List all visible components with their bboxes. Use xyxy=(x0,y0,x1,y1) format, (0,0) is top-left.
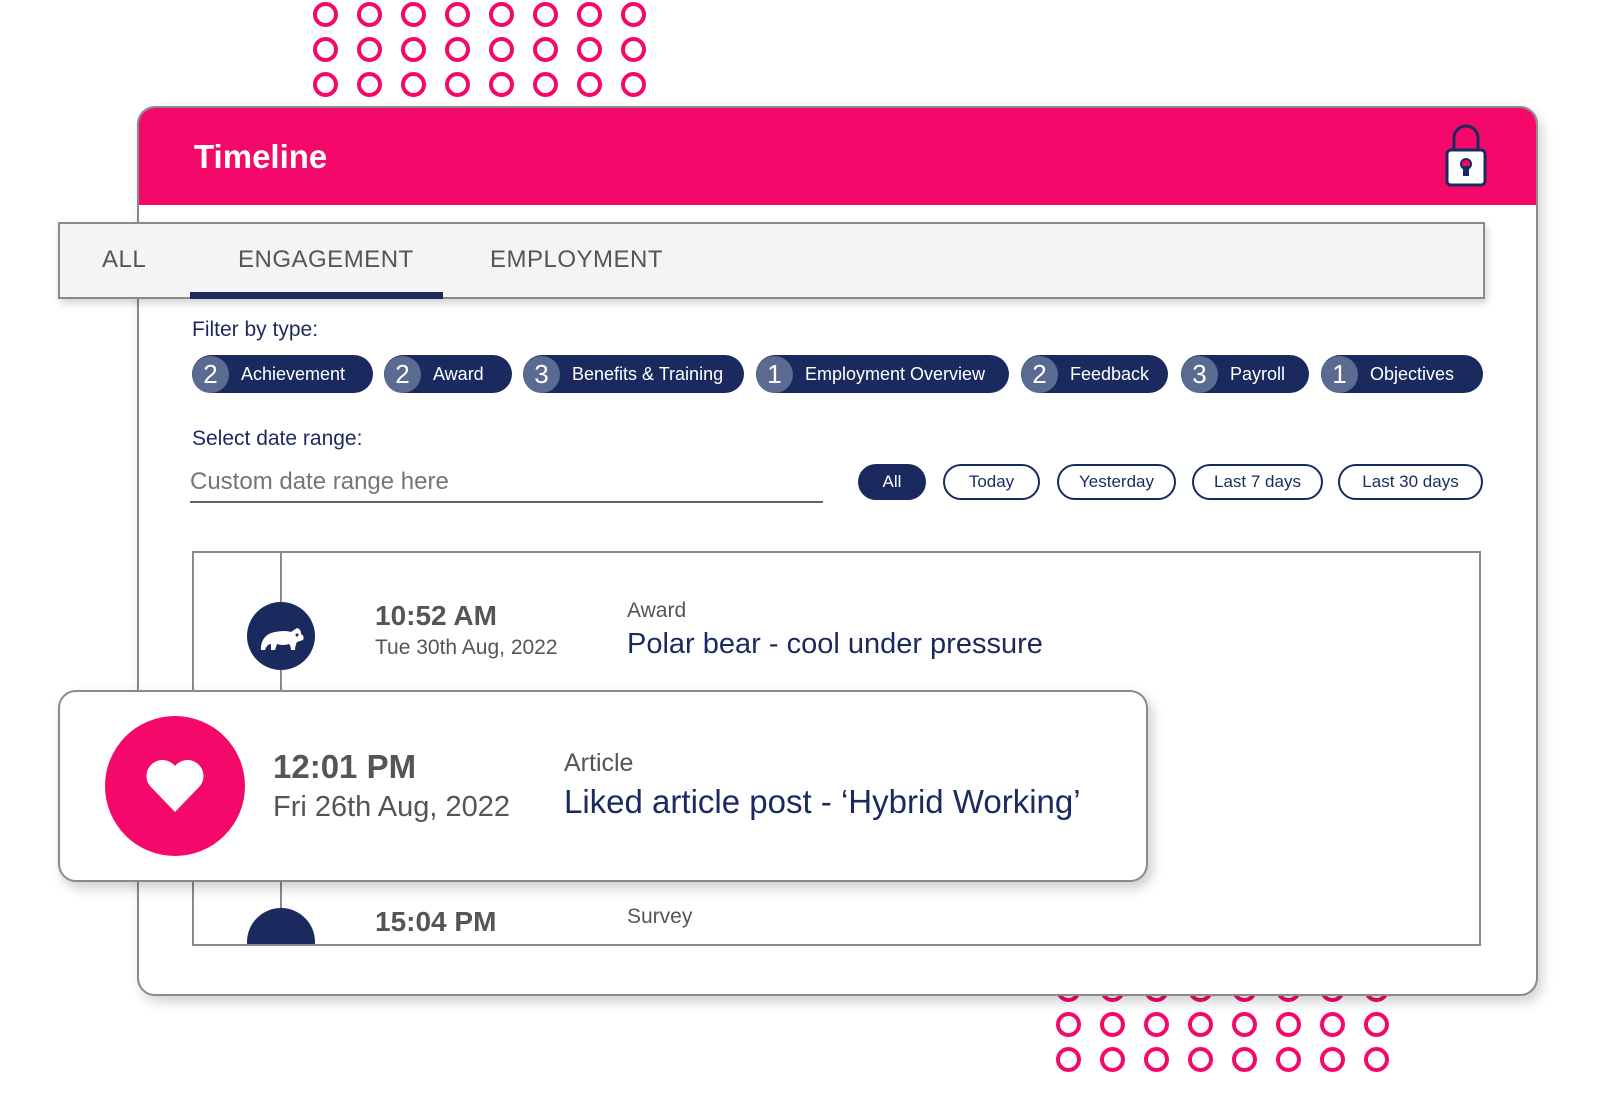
decorative-ring xyxy=(621,72,646,97)
decorative-ring xyxy=(357,2,382,27)
filter-chip-benefits-training[interactable]: 3 Benefits & Training xyxy=(523,355,744,393)
event-date: Tue 30th Aug, 2022 xyxy=(375,636,558,659)
date-range-label: Select date range: xyxy=(192,427,363,450)
chip-label: Payroll xyxy=(1230,363,1286,384)
filter-chip-feedback[interactable]: 2 Feedback xyxy=(1021,355,1168,393)
date-option-last-7-days[interactable]: Last 7 days xyxy=(1192,464,1323,500)
decorative-ring xyxy=(621,2,646,27)
decorative-ring xyxy=(1188,1012,1213,1037)
event-title[interactable]: Liked article post - ‘Hybrid Working’ xyxy=(564,783,1081,821)
decorative-ring xyxy=(445,2,470,27)
tab-bar: ALL ENGAGEMENT EMPLOYMENT xyxy=(58,222,1485,299)
decorative-ring xyxy=(489,37,514,62)
highlighted-event-card[interactable]: 12:01 PM Fri 26th Aug, 2022 Article Like… xyxy=(58,690,1148,882)
filter-chip-employment-overview[interactable]: 1 Employment Overview xyxy=(756,355,1009,393)
decorative-ring xyxy=(445,37,470,62)
chip-count: 1 xyxy=(1321,355,1358,393)
chip-count: 2 xyxy=(192,355,229,393)
tab-all[interactable]: ALL xyxy=(102,246,146,274)
chip-count: 2 xyxy=(384,355,421,393)
chip-count: 2 xyxy=(1021,355,1058,393)
tab-employment[interactable]: EMPLOYMENT xyxy=(490,246,663,274)
decorative-ring xyxy=(533,72,558,97)
timeline-event-node xyxy=(247,602,315,670)
date-option-last-30-days[interactable]: Last 30 days xyxy=(1338,464,1483,500)
decorative-ring xyxy=(1320,1047,1345,1072)
chip-label: Benefits & Training xyxy=(572,363,724,384)
decorative-ring xyxy=(1056,1012,1081,1037)
event-time: 15:04 PM xyxy=(375,906,497,937)
date-option-yesterday[interactable]: Yesterday xyxy=(1057,464,1176,500)
event-time: 12:01 PM xyxy=(273,748,417,785)
heart-badge xyxy=(105,716,245,856)
event-type: Award xyxy=(627,599,687,622)
heart-icon xyxy=(146,759,204,812)
decorative-ring xyxy=(533,37,558,62)
polar-bear-icon xyxy=(261,628,304,650)
chip-label: Feedback xyxy=(1070,363,1150,384)
event-type: Article xyxy=(564,749,634,777)
decorative-ring xyxy=(1100,1047,1125,1072)
decorative-ring xyxy=(489,2,514,27)
page-title: Timeline xyxy=(194,138,328,175)
decorative-ring xyxy=(1364,1012,1389,1037)
decorative-ring xyxy=(313,37,338,62)
decorative-ring xyxy=(1100,1012,1125,1037)
decorative-dots-top xyxy=(313,2,655,97)
chip-label: Employment Overview xyxy=(805,363,986,384)
chip-label: Award xyxy=(433,363,484,384)
title-bar: Timeline xyxy=(139,108,1536,205)
lock-icon[interactable] xyxy=(1444,122,1488,188)
decorative-ring xyxy=(577,37,602,62)
decorative-ring xyxy=(621,37,646,62)
decorative-ring xyxy=(1144,1012,1169,1037)
decorative-ring xyxy=(401,72,426,97)
chip-label: Objectives xyxy=(1370,363,1455,384)
decorative-ring xyxy=(489,72,514,97)
decorative-ring xyxy=(357,72,382,97)
decorative-ring xyxy=(445,72,470,97)
event-date: Fri 26th Aug, 2022 xyxy=(273,791,510,823)
chip-count: 3 xyxy=(1181,355,1218,393)
tab-engagement[interactable]: ENGAGEMENT xyxy=(238,246,414,274)
decorative-ring xyxy=(1276,1047,1301,1072)
filter-label: Filter by type: xyxy=(192,318,319,341)
decorative-ring xyxy=(357,37,382,62)
chip-count: 3 xyxy=(523,355,560,393)
filter-chip-achievement[interactable]: 2 Achievement xyxy=(192,355,373,393)
decorative-ring xyxy=(1188,1047,1213,1072)
active-tab-indicator xyxy=(190,292,443,299)
filter-chip-award[interactable]: 2 Award xyxy=(384,355,512,393)
decorative-ring xyxy=(533,2,558,27)
decorative-ring xyxy=(577,72,602,97)
decorative-ring xyxy=(1364,1047,1389,1072)
filter-chip-objectives[interactable]: 1 Objectives xyxy=(1321,355,1483,393)
decorative-ring xyxy=(1276,1012,1301,1037)
decorative-ring xyxy=(313,2,338,27)
custom-date-range-input[interactable] xyxy=(190,463,823,503)
decorative-ring xyxy=(401,37,426,62)
decorative-ring xyxy=(1320,1012,1345,1037)
decorative-ring xyxy=(1144,1047,1169,1072)
chip-count: 1 xyxy=(756,355,793,393)
chip-label: Achievement xyxy=(241,363,346,384)
decorative-ring xyxy=(313,72,338,97)
decorative-ring xyxy=(401,2,426,27)
date-option-all[interactable]: All xyxy=(858,464,926,500)
event-time: 10:52 AM xyxy=(375,600,497,631)
decorative-ring xyxy=(577,2,602,27)
timeline-event-node xyxy=(247,908,315,944)
filter-chip-payroll[interactable]: 3 Payroll xyxy=(1181,355,1309,393)
decorative-ring xyxy=(1232,1012,1257,1037)
event-type: Survey xyxy=(627,905,693,928)
date-option-today[interactable]: Today xyxy=(943,464,1040,500)
event-title[interactable]: Polar bear - cool under pressure xyxy=(627,628,1043,661)
decorative-ring xyxy=(1056,1047,1081,1072)
decorative-ring xyxy=(1232,1047,1257,1072)
